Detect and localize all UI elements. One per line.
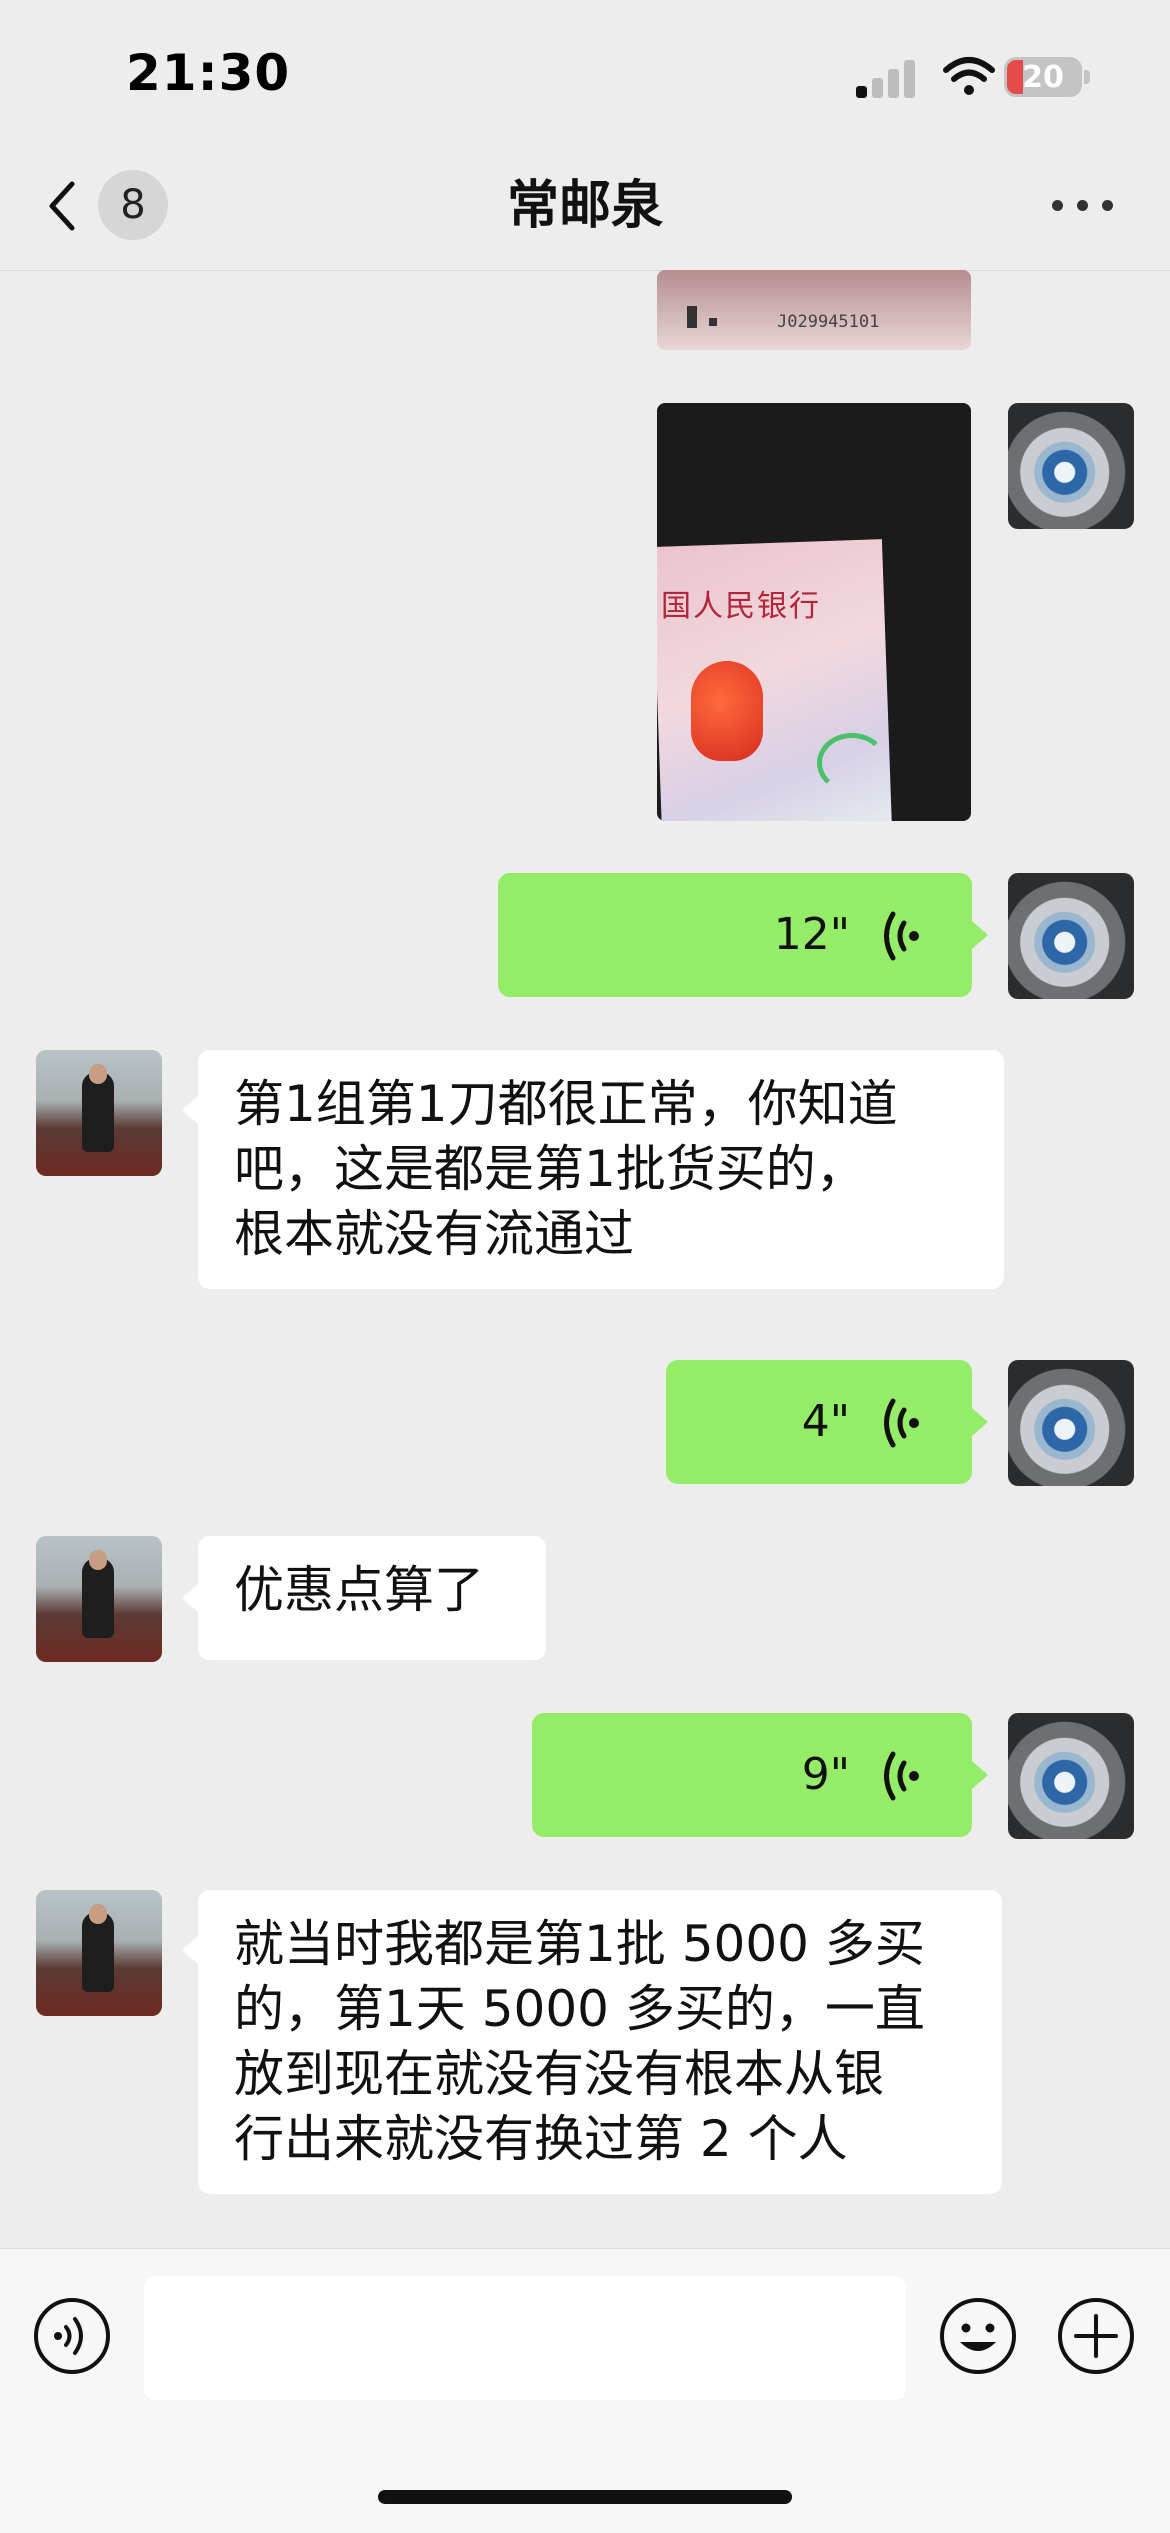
bubble-tail xyxy=(182,1936,198,1964)
contact-avatar[interactable] xyxy=(36,1536,162,1662)
banknote-mark xyxy=(687,306,697,328)
message-line: 放到现在就没有没有根本从银 xyxy=(234,2045,884,2103)
emoji-icon[interactable] xyxy=(938,2296,1018,2376)
voice-duration: 12" xyxy=(773,909,850,960)
voice-duration: 4" xyxy=(801,1396,850,1447)
bubble-tail xyxy=(972,1408,988,1436)
swirl-illustration xyxy=(817,733,887,793)
status-time: 21:30 xyxy=(126,44,291,102)
bubble-tail xyxy=(182,1584,198,1612)
fish-illustration xyxy=(691,661,763,761)
message-line: 根本就没有流通过 xyxy=(234,1205,634,1263)
back-icon[interactable] xyxy=(42,176,82,236)
plus-icon[interactable] xyxy=(1056,2296,1136,2376)
contact-avatar[interactable] xyxy=(36,1050,162,1176)
my-avatar[interactable] xyxy=(1008,1713,1134,1839)
message-line: 第1组第1刀都很正常，你知道 xyxy=(234,1075,898,1133)
message-input[interactable] xyxy=(144,2276,906,2400)
message-line: 行出来就没有换过第 2 个人 xyxy=(234,2110,848,2168)
voice-wave-icon xyxy=(884,1398,919,1448)
banknote-mark xyxy=(709,318,717,326)
voice-message[interactable]: 12" xyxy=(498,873,972,997)
bubble-tail xyxy=(972,921,988,949)
my-avatar[interactable] xyxy=(1008,403,1134,529)
message-line: 吧，这是都是第1批货买的， xyxy=(234,1140,866,1198)
message-line: 优惠点算了 xyxy=(234,1561,484,1619)
image-message-partial[interactable]: J029945101 xyxy=(657,270,971,350)
nav-divider xyxy=(0,270,1170,271)
voice-message[interactable]: 4" xyxy=(666,1360,972,1484)
text-message[interactable]: 就当时我都是第1批 5000 多买 的，第1天 5000 多买的，一直 放到现在… xyxy=(198,1890,1002,2194)
bubble-tail xyxy=(182,1096,198,1124)
voice-wave-icon xyxy=(884,1751,919,1801)
voice-toggle-icon[interactable] xyxy=(32,2296,112,2376)
voice-wave-icon xyxy=(884,911,919,961)
my-avatar[interactable] xyxy=(1008,873,1134,999)
cellular-signal-icon xyxy=(856,58,916,98)
more-icon[interactable] xyxy=(1052,195,1114,215)
home-indicator xyxy=(378,2490,792,2504)
battery-icon: 20 xyxy=(1004,57,1082,97)
banknote-text: 国人民银行 xyxy=(661,589,821,624)
battery-nub xyxy=(1084,70,1090,84)
message-line: 的，第1天 5000 多买的，一直 xyxy=(234,1980,925,2038)
contact-avatar[interactable] xyxy=(36,1890,162,2016)
my-avatar[interactable] xyxy=(1008,1360,1134,1486)
image-message[interactable]: 国人民银行 xyxy=(657,403,971,821)
voice-duration: 9" xyxy=(801,1749,850,1800)
wifi-icon xyxy=(943,57,995,95)
voice-message[interactable]: 9" xyxy=(532,1713,972,1837)
text-message[interactable]: 第1组第1刀都很正常，你知道 吧，这是都是第1批货买的， 根本就没有流通过 xyxy=(198,1050,1004,1289)
banknote-serial: J029945101 xyxy=(777,312,880,332)
battery-level: 20 xyxy=(1022,60,1064,95)
chat-title: 常邮泉 xyxy=(506,176,663,236)
message-line: 就当时我都是第1批 5000 多买 xyxy=(234,1915,925,1973)
bubble-tail xyxy=(972,1761,988,1789)
unread-badge[interactable]: 8 xyxy=(98,170,168,240)
text-message[interactable]: 优惠点算了 xyxy=(198,1536,546,1660)
